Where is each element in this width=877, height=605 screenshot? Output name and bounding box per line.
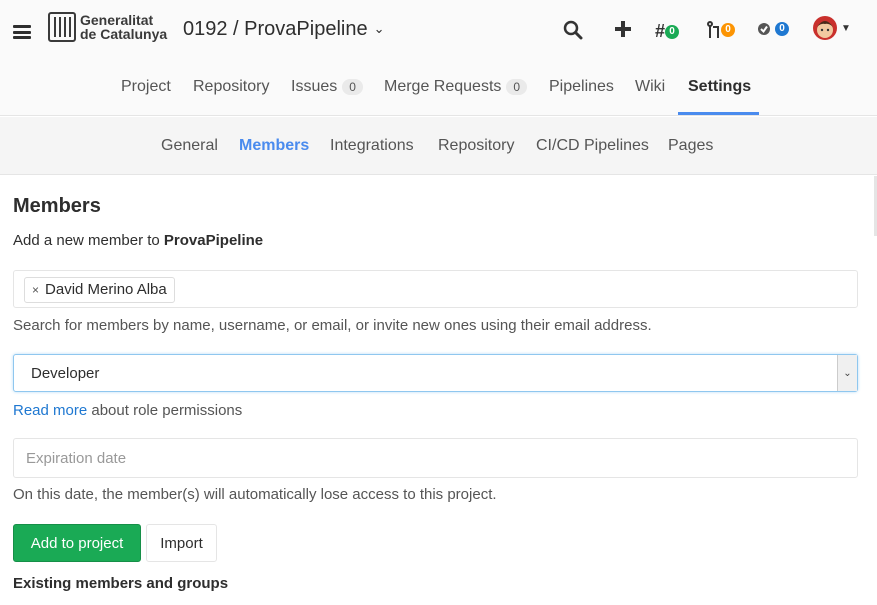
chevron-down-icon: ⌄	[373, 21, 385, 36]
expiration-date-input[interactable]	[14, 439, 857, 477]
hash-icon: #	[655, 21, 666, 41]
menu-icon[interactable]	[13, 25, 31, 39]
role-select-value: Developer	[31, 365, 100, 382]
merge-request-icon	[707, 21, 719, 38]
subtab-general[interactable]: General	[161, 137, 218, 155]
tab-wiki[interactable]: Wiki	[635, 78, 665, 96]
todo-check-icon	[758, 23, 770, 35]
remove-token-icon[interactable]: ×	[32, 283, 39, 297]
active-tab-indicator	[678, 112, 759, 115]
page-title: Members	[13, 195, 101, 217]
project-title-text: 0192 / ProvaPipeline	[183, 18, 368, 40]
top-header: Generalitat de Catalunya 0192 / ProvaPip…	[0, 0, 877, 62]
issues-link[interactable]: # 0	[655, 21, 680, 42]
role-select[interactable]: Developer ⌄	[13, 354, 858, 392]
caret-down-icon: ▼	[841, 22, 851, 34]
mr-count-badge: 0	[721, 23, 735, 37]
subtab-ci-cd-pipelines[interactable]: CI/CD Pipelines	[536, 137, 649, 155]
generalitat-logo-icon	[48, 12, 76, 42]
user-menu[interactable]: ▼	[812, 15, 851, 41]
plus-icon[interactable]	[613, 19, 633, 39]
tab-repository[interactable]: Repository	[193, 78, 269, 96]
role-permissions-hint: Read more about role permissions	[13, 402, 243, 419]
mr-count: 0	[506, 79, 528, 95]
subtab-members[interactable]: Members	[239, 137, 309, 155]
add-to-project-button[interactable]: Add to project	[13, 524, 141, 562]
tab-mr-label: Merge Requests	[384, 78, 502, 95]
issues-count-badge: 0	[665, 24, 680, 39]
add-member-caption: Add a new member to ProvaPipeline	[13, 232, 264, 249]
tab-settings[interactable]: Settings	[688, 78, 751, 96]
tab-pipelines[interactable]: Pipelines	[549, 78, 614, 96]
read-more-link[interactable]: Read more	[13, 402, 87, 419]
member-search-hint: Search for members by name, username, or…	[13, 317, 652, 334]
expiration-date-field[interactable]	[13, 438, 858, 478]
subtab-pages[interactable]: Pages	[668, 137, 713, 155]
expiration-hint: On this date, the member(s) will automat…	[13, 486, 497, 503]
project-nav: Project Repository Issues 0 Merge Request…	[0, 62, 877, 116]
logo-text: Generalitat de Catalunya	[80, 12, 168, 42]
tab-project[interactable]: Project	[121, 78, 171, 96]
tab-issues[interactable]: Issues 0	[291, 78, 363, 96]
subtab-repository[interactable]: Repository	[438, 137, 514, 155]
todos-count-badge: 0	[775, 22, 789, 36]
import-button[interactable]: Import	[146, 524, 217, 562]
tab-merge-requests[interactable]: Merge Requests 0	[384, 78, 528, 96]
todos-link[interactable]: 0	[757, 22, 789, 36]
subtab-integrations[interactable]: Integrations	[330, 137, 414, 155]
chevron-down-icon: ⌄	[837, 355, 857, 391]
member-search-input[interactable]: × David Merino Alba	[13, 270, 858, 308]
tab-issues-label: Issues	[291, 78, 338, 95]
token-label: David Merino Alba	[45, 281, 167, 298]
merge-requests-link[interactable]: 0	[707, 21, 735, 39]
project-name: ProvaPipeline	[163, 232, 264, 249]
existing-members-heading: Existing members and groups	[13, 575, 229, 592]
settings-subnav: General Members Integrations Repository …	[0, 117, 877, 175]
issues-count: 0	[342, 79, 363, 95]
avatar	[813, 16, 837, 40]
search-icon[interactable]	[563, 20, 583, 40]
brand-logo[interactable]: Generalitat de Catalunya	[48, 12, 167, 42]
selected-member-token: × David Merino Alba	[24, 277, 175, 303]
project-title[interactable]: 0192 / ProvaPipeline ⌄	[183, 18, 384, 41]
